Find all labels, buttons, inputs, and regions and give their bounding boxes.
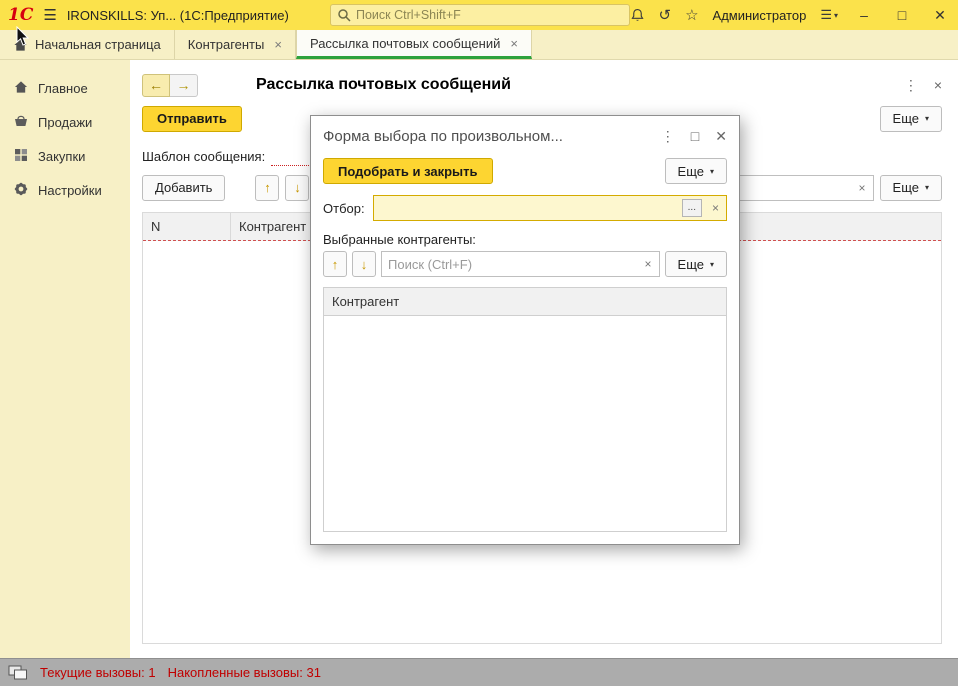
performance-monitor-icon[interactable] (8, 665, 28, 681)
home-icon (13, 38, 28, 52)
arrow-up-icon: ↑ (332, 257, 339, 272)
clear-search-icon[interactable]: × (638, 257, 659, 271)
search-icon (337, 8, 351, 22)
current-calls-value: 1 (148, 665, 155, 680)
current-user-label: Администратор (713, 8, 807, 23)
chevron-down-icon: ▾ (925, 183, 929, 192)
filter-row: Отбор: ... × (311, 194, 739, 222)
app-title: IRONSKILLS: Уп... (1С:Предприятие) (67, 8, 289, 23)
dialog-search-row: ↑ ↓ × Еще ▾ (311, 251, 739, 277)
global-search-input[interactable] (356, 8, 623, 22)
pick-and-close-button[interactable]: Подобрать и закрыть (323, 158, 493, 184)
dialog-header-icons: ⋮ □ ✕ (661, 129, 727, 143)
move-down-button[interactable]: ↓ (352, 251, 376, 277)
minimize-button[interactable]: – (852, 7, 876, 23)
chevron-down-icon: ▾ (710, 167, 714, 176)
tabbar: Начальная страница Контрагенты × Рассылк… (0, 30, 958, 60)
maximize-button[interactable]: □ (890, 7, 914, 23)
dialog-search-field[interactable]: × (381, 251, 660, 277)
move-down-button[interactable]: ↓ (285, 175, 309, 201)
notifications-bell-icon[interactable] (630, 8, 645, 23)
arrow-up-icon: ↑ (264, 180, 271, 195)
dialog-header[interactable]: Форма выбора по произвольном... ⋮ □ ✕ (311, 116, 739, 156)
dialog-more-button[interactable]: Еще ▾ (665, 158, 727, 184)
accumulated-calls-value: 31 (306, 665, 320, 680)
column-header-contractor[interactable]: Контрагент (231, 213, 314, 240)
form-close-icon[interactable]: × (934, 78, 942, 92)
dialog-kebab-icon[interactable]: ⋮ (661, 129, 675, 143)
tab-label: Начальная страница (35, 37, 161, 52)
dialog-toolbar: Подобрать и закрыть Еще ▾ (311, 156, 739, 186)
selected-contractors-label: Выбранные контрагенты: (323, 232, 727, 247)
tab-label: Контрагенты (188, 37, 265, 52)
tab-contractors[interactable]: Контрагенты × (175, 30, 296, 59)
dialog-list-more-button[interactable]: Еще ▾ (665, 251, 727, 277)
gear-icon (12, 181, 29, 200)
titlebar: 1С ☰ IRONSKILLS: Уп... (1С:Предприятие) … (0, 0, 958, 30)
back-arrow-icon: ← (149, 77, 163, 93)
template-label: Шаблон сообщения: (142, 149, 265, 164)
dialog-close-icon[interactable]: ✕ (715, 129, 727, 143)
home-icon (12, 80, 29, 97)
statusbar: Текущие вызовы: 1 Накопленные вызовы: 31 (0, 658, 958, 686)
sidebar-item-label: Настройки (38, 183, 102, 198)
list-more-button[interactable]: Еще ▾ (880, 175, 942, 201)
choose-button[interactable]: ... (682, 199, 702, 217)
arrow-down-icon: ↓ (294, 180, 301, 195)
accumulated-calls-text: Накопленные вызовы: 31 (168, 665, 321, 680)
sidebar-item-label: Продажи (38, 115, 92, 130)
sidebar-item-label: Главное (38, 81, 88, 96)
dialog-search-input[interactable] (382, 257, 638, 272)
sidebar: Главное Продажи Закупки (0, 60, 130, 658)
back-button[interactable]: ← (142, 74, 170, 97)
chevron-down-icon: ▾ (710, 260, 714, 269)
move-up-button[interactable]: ↑ (255, 175, 279, 201)
form-header: ← → Рассылка почтовых сообщений (142, 72, 511, 98)
clear-filter-icon[interactable]: × (705, 201, 726, 215)
form-more-button[interactable]: Еще ▾ (880, 106, 942, 132)
sidebar-item-settings[interactable]: Настройки (0, 173, 130, 208)
arrow-down-icon: ↓ (361, 257, 368, 272)
chevron-down-icon: ▾ (925, 114, 929, 123)
move-up-button[interactable]: ↑ (323, 251, 347, 277)
sidebar-item-label: Закупки (38, 149, 85, 164)
history-icon[interactable]: ↺ (659, 8, 672, 23)
form-kebab-icon[interactable]: ⋮ (904, 78, 918, 92)
basket-icon (12, 113, 29, 131)
sidebar-item-purchases[interactable]: Закупки (0, 139, 130, 173)
favorites-star-icon[interactable]: ☆ (685, 8, 698, 23)
close-window-button[interactable]: ✕ (928, 7, 952, 24)
add-button[interactable]: Добавить (142, 175, 225, 201)
dialog-maximize-icon[interactable]: □ (691, 129, 699, 143)
tab-home[interactable]: Начальная страница (0, 30, 175, 59)
send-button[interactable]: Отправить (142, 106, 242, 132)
global-search[interactable] (330, 4, 630, 26)
tab-close-icon[interactable]: × (274, 37, 282, 52)
sidebar-item-main[interactable]: Главное (0, 72, 130, 105)
forward-button[interactable]: → (170, 74, 198, 97)
selected-contractors-table[interactable]: Контрагент (323, 287, 727, 532)
boxes-icon (12, 147, 29, 165)
service-menu-icon[interactable]: ☰▾ (820, 7, 838, 23)
clear-search-icon[interactable]: × (852, 181, 873, 195)
page-title: Рассылка почтовых сообщений (256, 76, 511, 94)
main-menu-icon[interactable]: ☰ (43, 6, 56, 24)
forward-arrow-icon: → (177, 77, 191, 93)
filter-input[interactable] (374, 201, 682, 216)
tab-label: Рассылка почтовых сообщений (310, 36, 500, 51)
form-actions: ⋮ × (904, 78, 942, 92)
filter-label: Отбор: (323, 201, 365, 216)
current-calls-text: Текущие вызовы: 1 (40, 665, 156, 680)
column-header-n[interactable]: N (143, 213, 231, 240)
filter-field[interactable]: ... × (373, 195, 727, 221)
1c-logo-icon: 1С (8, 5, 33, 25)
column-header-contractor[interactable]: Контрагент (324, 288, 726, 316)
tab-close-icon[interactable]: × (510, 36, 518, 51)
selection-dialog: Форма выбора по произвольном... ⋮ □ ✕ По… (310, 115, 740, 545)
sidebar-item-sales[interactable]: Продажи (0, 105, 130, 139)
titlebar-right-cluster: ↺ ☆ Администратор ☰▾ – □ ✕ (630, 0, 953, 30)
dialog-title: Форма выбора по произвольном... (323, 128, 661, 145)
tab-mailing[interactable]: Рассылка почтовых сообщений × (296, 30, 532, 59)
